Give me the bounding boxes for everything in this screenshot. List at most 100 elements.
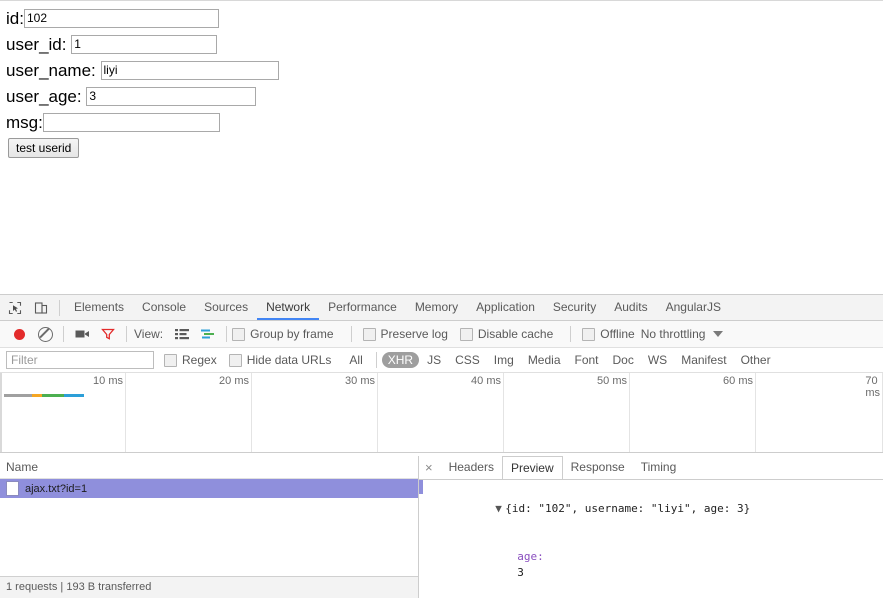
- toolbar-divider-4: [226, 326, 228, 342]
- field-label-user-id: user_id:: [6, 34, 72, 54]
- network-bottom-split: Name ajax.txt?id=1 1 requests | 193 B tr…: [0, 456, 883, 598]
- web-page-content: id: user_id: user_name: user_age: msg: t…: [0, 0, 883, 294]
- disable-cache-checkbox[interactable]: Disable cache: [459, 327, 554, 341]
- filter-type-ws[interactable]: WS: [642, 352, 673, 368]
- timeline-tick-20ms: 20 ms: [219, 375, 249, 387]
- detail-tab-preview[interactable]: Preview: [501, 456, 563, 479]
- filter-type-media[interactable]: Media: [522, 352, 567, 368]
- tab-memory[interactable]: Memory: [406, 295, 467, 320]
- msg-input[interactable]: [42, 112, 220, 132]
- field-label-user-name: user_name:: [6, 60, 101, 80]
- form-row-msg: msg:: [0, 109, 883, 135]
- test-userid-button[interactable]: test userid: [8, 138, 80, 158]
- filter-type-font[interactable]: Font: [569, 352, 605, 368]
- filter-type-manifest[interactable]: Manifest: [675, 352, 732, 368]
- throttling-select[interactable]: No throttling: [641, 327, 724, 341]
- preview-key-age: age: [517, 550, 538, 563]
- clear-icon[interactable]: [32, 322, 58, 346]
- filter-type-xhr[interactable]: XHR: [381, 352, 420, 368]
- id-input[interactable]: [23, 8, 219, 28]
- checkbox-box-regex: [164, 353, 177, 367]
- timeline-tick-30ms: 30 ms: [345, 375, 375, 387]
- filter-type-css[interactable]: CSS: [449, 352, 486, 368]
- tab-performance[interactable]: Performance: [319, 295, 406, 320]
- disable-cache-label: Disable cache: [477, 327, 554, 341]
- camera-icon[interactable]: [69, 322, 95, 346]
- network-status-bar: 1 requests | 193 B transferred: [0, 576, 418, 598]
- chevron-down-icon[interactable]: ▼: [495, 501, 505, 517]
- hide-data-urls-checkbox[interactable]: Hide data URLs: [228, 353, 332, 367]
- filter-type-doc[interactable]: Doc: [607, 352, 640, 368]
- chevron-down-icon: [713, 331, 724, 337]
- checkbox-box-preserve-log: [362, 327, 376, 341]
- toolbar-divider-5: [350, 326, 352, 342]
- field-label-msg: msg:: [6, 112, 43, 132]
- tab-network[interactable]: Network: [257, 295, 319, 320]
- tab-console[interactable]: Console: [133, 295, 195, 320]
- preview-entry: age: 3: [517, 550, 544, 579]
- filter-type-img[interactable]: Img: [488, 352, 520, 368]
- form-row-user-id: user_id:: [0, 31, 883, 57]
- throttling-value: No throttling: [640, 327, 706, 341]
- requests-column-header: Name: [0, 456, 418, 479]
- document-icon: [6, 481, 19, 496]
- user-name-input[interactable]: [100, 60, 279, 80]
- devtools-panel: Elements Console Sources Network Perform…: [0, 294, 883, 598]
- tab-application[interactable]: Application: [467, 295, 544, 320]
- request-detail-pane: × Headers Preview Response Timing ▼ {id: …: [419, 456, 883, 598]
- group-by-frame-checkbox[interactable]: Group by frame: [232, 327, 334, 341]
- selection-accent-bar: [419, 480, 423, 494]
- checkbox-box-offline: [582, 327, 596, 341]
- preserve-log-label: Preserve log: [380, 327, 448, 341]
- offline-checkbox[interactable]: Offline: [582, 327, 635, 341]
- tab-security[interactable]: Security: [544, 295, 605, 320]
- toolbar-divider: [59, 299, 60, 316]
- user-id-input[interactable]: [71, 34, 218, 54]
- timeline-tick-10ms: 10 ms: [93, 375, 123, 387]
- detail-tab-timing[interactable]: Timing: [633, 456, 685, 479]
- regex-label: Regex: [182, 353, 217, 367]
- toolbar-divider-3: [126, 326, 127, 342]
- requests-pane: Name ajax.txt?id=1 1 requests | 193 B tr…: [0, 456, 419, 598]
- tab-elements[interactable]: Elements: [65, 295, 133, 320]
- filter-type-all[interactable]: All: [343, 352, 368, 368]
- timeline-bar-segment: [32, 394, 42, 397]
- tab-angularjs[interactable]: AngularJS: [657, 295, 730, 320]
- preserve-log-checkbox[interactable]: Preserve log: [362, 327, 448, 341]
- record-icon[interactable]: [6, 322, 32, 346]
- timeline-grid-cell: [756, 373, 883, 452]
- checkbox-box-hide-data-urls: [228, 353, 242, 367]
- tab-audits[interactable]: Audits: [605, 295, 656, 320]
- device-toolbar-icon[interactable]: [28, 296, 54, 320]
- inspect-element-icon[interactable]: [2, 296, 28, 320]
- checkbox-box-group-by-frame: [232, 327, 246, 341]
- filter-divider: [375, 352, 377, 368]
- user-age-input[interactable]: [86, 86, 257, 106]
- network-overview-timeline[interactable]: 10 ms 20 ms 30 ms 40 ms 50 ms 60 ms 70 m…: [0, 373, 883, 453]
- filter-type-other[interactable]: Other: [735, 352, 777, 368]
- detail-tab-headers[interactable]: Headers: [441, 456, 502, 479]
- requests-empty-area: [0, 498, 418, 576]
- view-list-icon[interactable]: [169, 322, 195, 346]
- field-label-user-age: user_age:: [6, 86, 87, 106]
- toolbar-divider-2: [63, 326, 64, 342]
- devtools-tabbar: Elements Console Sources Network Perform…: [0, 295, 883, 321]
- detail-tab-response[interactable]: Response: [563, 456, 633, 479]
- tab-sources[interactable]: Sources: [195, 295, 257, 320]
- close-icon[interactable]: ×: [425, 461, 433, 474]
- toolbar-divider-6: [570, 326, 572, 342]
- funnel-icon[interactable]: [95, 322, 121, 346]
- hide-data-urls-label: Hide data URLs: [246, 353, 332, 367]
- preview-value-age: 3: [517, 566, 524, 579]
- preview-content: ▼ {id: "102", username: "liyi", age: 3} a…: [419, 480, 883, 598]
- table-row[interactable]: ajax.txt?id=1: [0, 479, 418, 498]
- filter-toolbar: Regex Hide data URLs All XHR JS CSS Img …: [0, 348, 883, 373]
- timeline-bar-segment: [42, 394, 64, 397]
- timeline-bar-segment: [4, 394, 32, 397]
- regex-checkbox[interactable]: Regex: [164, 353, 217, 367]
- filter-input[interactable]: [6, 351, 154, 369]
- request-name: ajax.txt?id=1: [25, 482, 88, 495]
- preview-summary-row[interactable]: ▼ {id: "102", username: "liyi", age: 3}: [429, 485, 883, 533]
- filter-type-js[interactable]: JS: [421, 352, 447, 368]
- view-waterfall-icon[interactable]: [195, 322, 221, 346]
